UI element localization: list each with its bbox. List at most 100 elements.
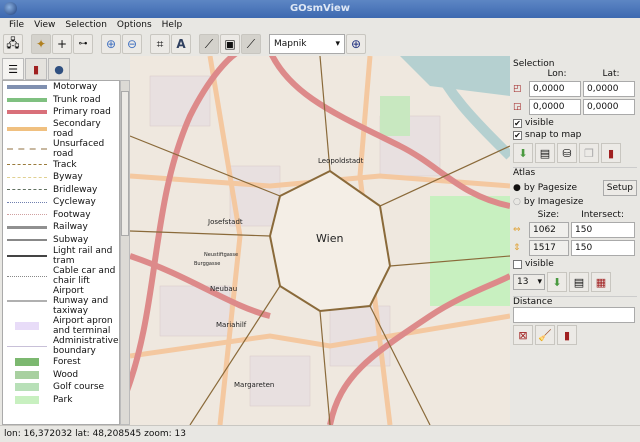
toolbar: 🖧 ✦ + ⊶ ⊕ ⊖ ⌗ A ⟋ ▣ ⟋ Mapnik ▾ ⊕: [0, 32, 640, 56]
top-left-lon-input[interactable]: 0,0000: [529, 81, 581, 97]
legend-swatch: [7, 383, 47, 392]
size-label: Size:: [537, 210, 560, 220]
select-area-icon[interactable]: ⌗: [150, 34, 170, 54]
legend-label: Cycleway: [53, 197, 96, 208]
legend-tab[interactable]: ☰: [2, 58, 24, 80]
distance-group-title: Distance: [513, 296, 637, 307]
bottom-right-lon-input[interactable]: 0,0000: [529, 99, 581, 115]
route-icon[interactable]: ⊶: [73, 34, 93, 54]
legend-item: Golf course: [3, 381, 119, 394]
legend-label: Forest: [53, 357, 81, 368]
database-icon[interactable]: ⛁: [557, 143, 577, 163]
atlas-zoom-value: 13: [517, 277, 529, 287]
selection-visible-checkbox[interactable]: ✔ visible: [513, 117, 637, 129]
atlas-width-input[interactable]: 1062: [529, 222, 569, 238]
map-label-josefstadt: Josefstadt: [207, 218, 243, 226]
map-view[interactable]: Wien Leopoldstadt Josefstadt Neubau Mari…: [130, 56, 510, 425]
app-icon: [4, 2, 17, 15]
zoom-out-icon[interactable]: ⊖: [122, 34, 142, 54]
atlas-intersect-h-input[interactable]: 150: [571, 240, 635, 256]
horizontal-arrows-icon: ⇔: [513, 225, 521, 235]
menu-help[interactable]: Help: [157, 18, 188, 32]
atlas-group-title: Atlas: [513, 167, 637, 178]
legend-scrollbar[interactable]: [120, 80, 130, 425]
bottom-right-lat-input[interactable]: 0,0000: [583, 99, 635, 115]
bookmark-icon[interactable]: ▮: [601, 143, 621, 163]
projection-icon[interactable]: ⊕: [346, 34, 366, 54]
navigate-icon[interactable]: ✦: [31, 34, 51, 54]
legend-swatch: [7, 164, 47, 166]
download-icon[interactable]: ⬇: [513, 143, 533, 163]
legend-item: Subway: [3, 234, 119, 247]
remove-point-icon[interactable]: ⊠: [513, 325, 533, 345]
clear-broom-icon[interactable]: 🧹: [535, 325, 555, 345]
zoom-in-icon[interactable]: ⊕: [101, 34, 121, 54]
menu-selection[interactable]: Selection: [60, 18, 111, 32]
top-left-lat-input[interactable]: 0,0000: [583, 81, 635, 97]
legend-swatch: [7, 238, 47, 241]
menu-file[interactable]: File: [4, 18, 29, 32]
by-imagesize-label: by Imagesize: [523, 197, 584, 207]
distance-bookmark-icon[interactable]: ▮: [557, 325, 577, 345]
map-source-select[interactable]: Mapnik ▾: [269, 34, 345, 54]
atlas-download-icon[interactable]: ⬇: [547, 272, 567, 292]
map-label-neustiftgasse: Neustiftgasse: [204, 252, 238, 258]
legend-item: Unsurfaced road: [3, 139, 119, 159]
atlas-intersect-w-input[interactable]: 150: [571, 222, 635, 238]
by-pagesize-radio[interactable]: ● by Pagesize: [513, 182, 577, 194]
bookmarks-tab[interactable]: ▮: [25, 58, 47, 80]
lat-label: Lat:: [602, 69, 620, 79]
draw-line-icon[interactable]: ⟋: [199, 34, 219, 54]
selection-visible-label: visible: [525, 118, 554, 128]
intersect-label: Intersect:: [581, 210, 624, 220]
legend-item: Park: [3, 394, 119, 407]
crosshair-icon[interactable]: +: [52, 34, 72, 54]
connect-icon[interactable]: 🖧: [3, 34, 23, 54]
atlas-height-input[interactable]: 1517: [529, 240, 569, 256]
legend-swatch: [7, 370, 47, 379]
legend-label: Unsurfaced road: [53, 138, 105, 159]
chevron-down-icon: ▾: [335, 39, 340, 49]
snap-to-map-checkbox[interactable]: ✔ snap to map: [513, 129, 637, 141]
legend-label: Light rail and tram: [53, 246, 113, 266]
menu-bar: File View Selection Options Help: [0, 18, 640, 32]
legend-swatch: [7, 147, 47, 150]
screenshot-icon[interactable]: ▣: [220, 34, 240, 54]
menu-options[interactable]: Options: [112, 18, 157, 32]
legend-swatch: [7, 300, 47, 302]
top-left-corner-icon: ◰: [513, 84, 522, 94]
legend-swatch: [7, 201, 47, 203]
measure-icon[interactable]: ⟋: [241, 34, 261, 54]
menu-view[interactable]: View: [29, 18, 60, 32]
legend-item: Motorway: [3, 81, 119, 94]
map-label-burggasse: Burggasse: [194, 261, 220, 267]
legend-swatch: [7, 358, 47, 367]
map-label-wien: Wien: [316, 232, 343, 245]
legend-label: Motorway: [53, 82, 98, 93]
legend-item: Light rail and tram: [3, 246, 119, 266]
map-source-value: Mapnik: [274, 39, 307, 49]
map-label-neubau: Neubau: [210, 285, 237, 293]
legend-label: Byway: [53, 172, 83, 183]
setup-button[interactable]: Setup: [602, 180, 637, 196]
label-icon[interactable]: A: [171, 34, 191, 54]
title-bar: GOsmView: [0, 0, 640, 18]
export-image-icon[interactable]: ▤: [535, 143, 555, 163]
atlas-pdf-icon[interactable]: ▦: [591, 272, 611, 292]
atlas-visible-checkbox[interactable]: visible: [513, 258, 637, 270]
window-title: GOsmView: [289, 3, 351, 14]
legend-item: Secondary road: [3, 119, 119, 139]
copy-icon[interactable]: ❐: [579, 143, 599, 163]
legend-item: Byway: [3, 171, 119, 184]
atlas-zoom-select[interactable]: 13 ▾: [513, 274, 545, 290]
globe-tab[interactable]: ●: [48, 58, 70, 80]
legend-swatch: [7, 85, 47, 90]
left-panel: ☰ ▮ ● Motorway Trunk road Primary road Seco…: [0, 56, 130, 425]
legend-swatch: [7, 255, 47, 257]
snap-to-map-label: snap to map: [525, 130, 582, 140]
by-imagesize-radio[interactable]: ○ by Imagesize: [513, 196, 637, 208]
legend-item: Airport Runway and taxiway: [3, 286, 119, 316]
atlas-export-icon[interactable]: ▤: [569, 272, 589, 292]
legend-swatch: [7, 322, 47, 330]
legend-item: Bridleway: [3, 184, 119, 197]
